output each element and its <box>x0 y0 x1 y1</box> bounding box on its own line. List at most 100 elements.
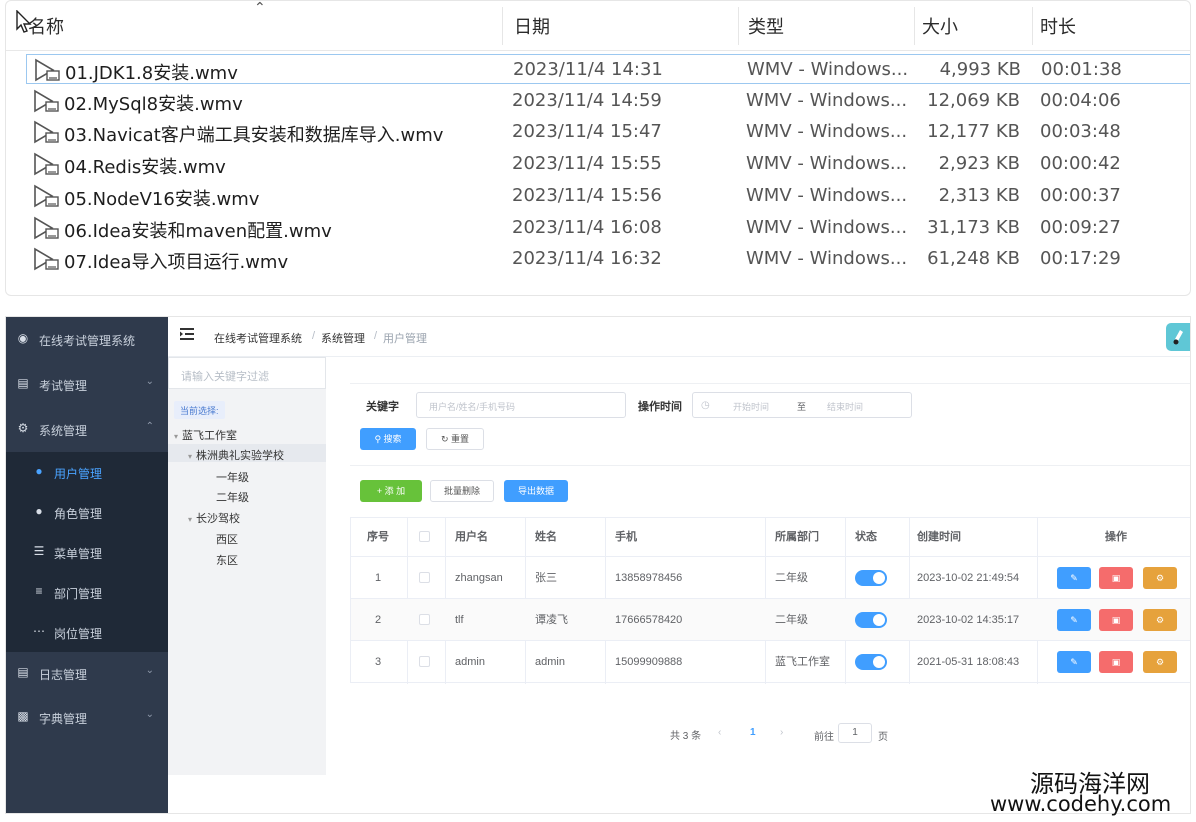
sidebar-item-post-manage[interactable]: ⋯ 岗位管理 <box>6 612 168 652</box>
delete-button[interactable]: ▣ <box>1099 609 1133 631</box>
cell-name: admin <box>535 656 565 668</box>
tree-node-west[interactable]: 西区 <box>216 531 238 547</box>
settings-button[interactable] <box>1166 323 1190 351</box>
column-header-type[interactable]: 类型 <box>748 13 784 39</box>
video-file-icon <box>34 152 59 176</box>
video-file-icon <box>35 58 60 82</box>
file-type: WMV - Windows... <box>746 216 908 238</box>
file-row[interactable]: 05.NodeV16安装.wmv 2023/11/4 15:56 WMV - Win… <box>26 181 1190 211</box>
file-type: WMV - Windows... <box>746 153 908 175</box>
clock-icon: ◷ <box>701 400 710 411</box>
file-date: 2023/11/4 14:59 <box>512 89 662 111</box>
add-button[interactable]: + 添 加 <box>360 480 422 502</box>
video-file-icon <box>34 247 59 271</box>
header-index: 序号 <box>367 518 389 556</box>
trash-icon: ▣ <box>1111 573 1121 583</box>
edit-button[interactable]: ✎ <box>1057 567 1091 589</box>
dashboard-icon: ◉ <box>17 331 29 345</box>
pagination-total: 共 3 条 <box>670 731 702 742</box>
date-range-picker[interactable]: ◷ 开始时间 至 结束时间 <box>692 392 912 418</box>
table-row: 3 admin admin 15099909888 蓝飞工作室 2021-05-31 18… <box>351 640 1190 682</box>
edit-button[interactable]: ✎ <box>1057 651 1091 673</box>
reset-button[interactable]: ↻ 重置 <box>426 428 484 450</box>
file-duration: 00:00:37 <box>1040 184 1121 206</box>
sidebar-item-exam[interactable]: ▤ 考试管理 ⌄ <box>6 364 168 404</box>
column-header-name[interactable]: 名称 <box>28 13 64 39</box>
column-header-date[interactable]: 日期 <box>514 13 550 39</box>
sort-ascending-icon: ⌃ <box>254 0 266 15</box>
row-checkbox[interactable] <box>419 656 430 667</box>
keyword-input[interactable]: 用户名/姓名/手机号码 <box>416 392 626 418</box>
status-toggle[interactable] <box>855 570 887 586</box>
tree-node-grade2[interactable]: 二年级 <box>216 489 249 505</box>
tree-node-school[interactable]: ▾ 株洲典礼实验学校 <box>188 447 284 463</box>
sidebar-item-user-manage[interactable]: ● 用户管理 <box>6 452 168 492</box>
batch-delete-button[interactable]: 批量删除 <box>430 480 494 502</box>
sidebar-item-dict[interactable]: ▩ 字典管理 ⌄ <box>6 697 168 737</box>
file-list-header: ⌃ 名称 日期 类型 大小 时长 <box>6 1 1190 51</box>
sidebar-item-log[interactable]: ▤ 日志管理 ⌄ <box>6 653 168 693</box>
tree-node-root[interactable]: ▾ 蓝飞工作室 <box>174 427 237 443</box>
tree-node-east[interactable]: 东区 <box>216 552 238 568</box>
file-name: 03.Navicat客户端工具安装和数据库导入.wmv <box>64 125 444 147</box>
sidebar-app-title[interactable]: ◉ 在线考试管理系统 <box>6 319 168 359</box>
tree-node-driving[interactable]: ▾ 长沙驾校 <box>188 510 240 526</box>
file-date: 2023/11/4 15:47 <box>512 121 662 143</box>
column-header-duration[interactable]: 时长 <box>1040 13 1076 39</box>
tree-filter-input[interactable]: 请输入关键字过滤 <box>168 357 326 389</box>
video-file-icon <box>34 120 59 144</box>
row-checkbox[interactable] <box>419 614 430 625</box>
row-checkbox[interactable] <box>419 572 430 583</box>
file-row[interactable]: 06.Idea安装和maven配置.wmv 2023/11/4 16:08 WMV … <box>26 213 1190 243</box>
status-toggle[interactable] <box>855 654 887 670</box>
cell-username: tlf <box>455 614 464 626</box>
document-icon: ▤ <box>17 665 29 679</box>
file-row[interactable]: 03.Navicat客户端工具安装和数据库导入.wmv 2023/11/4 15:… <box>26 117 1190 147</box>
file-row[interactable]: 07.Idea导入项目运行.wmv 2023/11/4 16:32 WMV - Wi… <box>26 244 1190 274</box>
file-date: 2023/11/4 15:56 <box>512 184 662 206</box>
more-settings-button[interactable]: ⚙ <box>1143 609 1177 631</box>
column-divider[interactable] <box>502 7 503 45</box>
file-type: WMV - Windows... <box>746 121 908 143</box>
sidebar-item-dept-manage[interactable]: ≡ 部门管理 <box>6 572 168 612</box>
breadcrumb-home[interactable]: 在线考试管理系统 <box>214 330 302 346</box>
search-button[interactable]: ⚲ 搜索 <box>360 428 416 450</box>
prev-page-icon[interactable]: ‹ <box>718 727 721 738</box>
column-divider[interactable] <box>1032 7 1033 45</box>
sidebar-item-menu-manage[interactable]: ☰ 菜单管理 <box>6 532 168 572</box>
edit-button[interactable]: ✎ <box>1057 609 1091 631</box>
user-table: 序号 用户名 姓名 手机 所属部门 状态 创建时间 操作 1 zhangsan 张三… <box>350 517 1190 684</box>
column-header-size[interactable]: 大小 <box>922 13 958 39</box>
pagination-page[interactable]: 1 <box>750 727 756 738</box>
delete-button[interactable]: ▣ <box>1099 651 1133 673</box>
edit-icon: ✎ <box>1070 615 1078 625</box>
menu-fold-icon[interactable] <box>180 328 194 340</box>
sidebar-item-role-manage[interactable]: ● 角色管理 <box>6 492 168 532</box>
sidebar: ◉ 在线考试管理系统 ▤ 考试管理 ⌄ ⚙ 系统管理 ⌃ ● 用户管理 ● 角色… <box>6 317 168 813</box>
export-button[interactable]: 导出数据 <box>504 480 568 502</box>
status-toggle[interactable] <box>855 612 887 628</box>
file-size: 2,923 KB <box>938 153 1020 175</box>
delete-button[interactable]: ▣ <box>1099 567 1133 589</box>
file-row[interactable]: 04.Redis安装.wmv 2023/11/4 15:55 WMV - Windo… <box>26 149 1190 179</box>
cell-name: 谭凌飞 <box>535 614 568 626</box>
more-settings-button[interactable]: ⚙ <box>1143 651 1177 673</box>
column-divider[interactable] <box>914 7 915 45</box>
sidebar-item-system[interactable]: ⚙ 系统管理 ⌃ <box>6 409 168 449</box>
file-row[interactable]: 02.MySql8安装.wmv 2023/11/4 14:59 WMV - Wind… <box>26 86 1190 116</box>
next-page-icon[interactable]: › <box>780 727 783 738</box>
breadcrumb-system[interactable]: 系统管理 <box>321 330 365 346</box>
column-divider[interactable] <box>738 7 739 45</box>
search-icon: ⚲ <box>374 434 382 444</box>
table-toolbar: + 添 加 批量删除 导出数据 <box>350 465 1190 505</box>
cell-dept: 蓝飞工作室 <box>775 656 830 668</box>
pagination-goto-input[interactable]: 1 <box>838 723 872 743</box>
more-settings-button[interactable]: ⚙ <box>1143 567 1177 589</box>
file-row[interactable]: 01.JDK1.8安装.wmv 2023/11/4 14:31 WMV - Wind… <box>26 54 1190 84</box>
file-name: 05.NodeV16安装.wmv <box>64 188 260 210</box>
file-name: 01.JDK1.8安装.wmv <box>65 63 238 84</box>
table-row: 1 zhangsan 张三 13858978456 二年级 2023-10-02 21:4… <box>351 556 1190 598</box>
select-all-checkbox[interactable] <box>419 531 430 542</box>
tree-node-grade1[interactable]: 一年级 <box>216 469 249 485</box>
table-row: 2 tlf 谭凌飞 17666578420 二年级 2023-10-02 14:35:17… <box>351 598 1190 640</box>
